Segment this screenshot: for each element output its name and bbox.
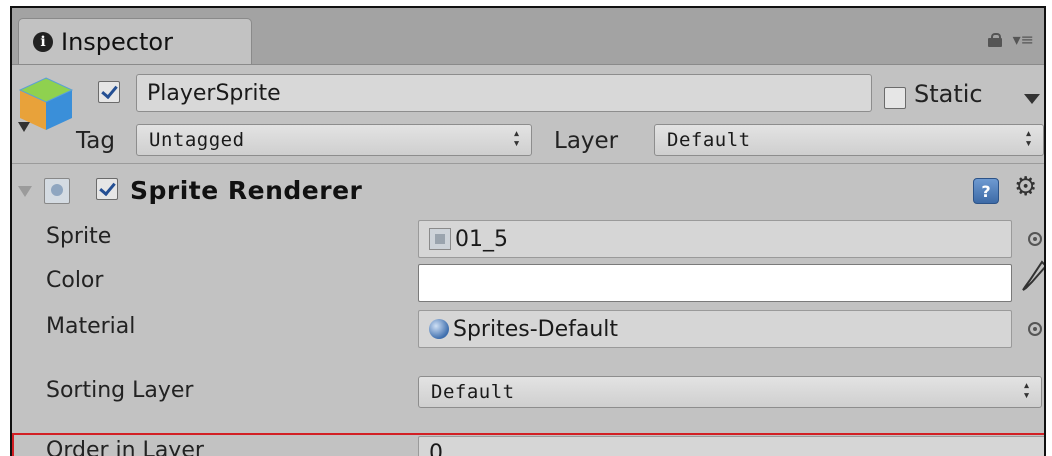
object-picker-icon[interactable] [1028,322,1042,336]
material-icon [429,319,449,339]
dropdown-arrows-icon: ▴ ▾ [1024,126,1033,151]
info-icon: i [33,31,53,52]
sprite-renderer-icon [44,178,70,204]
object-picker-icon[interactable] [1028,232,1042,246]
static-toggle[interactable] [884,87,906,109]
gameobject-header: PlayerSprite Static Tag Untagged ▴ ▾ Laye… [12,64,1044,164]
gear-icon[interactable]: ⚙ [1014,172,1037,202]
sprite-label: Sprite [46,224,112,249]
menu-icon[interactable]: ▾≡ [1013,30,1034,49]
sprite-renderer-component: Sprite Renderer ? ⚙ Sprite 01_5 Color Ma… [12,164,1044,456]
material-value: Sprites-Default [453,316,619,342]
static-label: Static [914,80,983,108]
color-label: Color [46,268,104,293]
eyedropper-icon[interactable] [1020,260,1046,296]
tab-tools: ▾≡ [987,30,1034,49]
order-in-layer-highlight [12,433,1044,456]
color-field[interactable] [418,264,1012,302]
sprite-value: 01_5 [455,226,508,252]
component-title: Sprite Renderer [130,176,363,205]
tab-inspector[interactable]: i Inspector [18,18,252,64]
tab-bar: i Inspector ▾≡ [12,8,1044,65]
gameobject-cube-icon [18,77,74,132]
dropdown-arrows-icon: ▴ ▾ [1022,378,1031,403]
sorting-layer-label: Sorting Layer [46,378,194,403]
help-icon[interactable]: ? [973,178,999,204]
tag-dropdown[interactable]: Untagged ▴ ▾ [136,124,532,156]
active-toggle[interactable] [98,81,120,103]
layer-value: Default [667,129,751,151]
dropdown-arrows-icon: ▴ ▾ [512,126,521,151]
sorting-layer-value: Default [431,381,515,403]
layer-dropdown[interactable]: Default ▴ ▾ [654,124,1044,156]
tag-value: Untagged [149,129,245,151]
sprite-object-icon [429,228,451,250]
component-enabled-toggle[interactable] [96,178,118,200]
tag-label: Tag [76,128,115,154]
material-field[interactable]: Sprites-Default [418,310,1012,348]
sorting-layer-dropdown[interactable]: Default ▴ ▾ [418,376,1042,408]
object-name-field[interactable]: PlayerSprite [136,74,872,112]
static-dropdown-icon[interactable] [1024,94,1040,104]
material-label: Material [46,314,136,339]
inspector-window: i Inspector ▾≡ PlayerSprite Static Tag U… [10,6,1046,456]
layer-label: Layer [554,128,619,154]
lock-icon[interactable] [987,32,1003,47]
tab-inspector-label: Inspector [61,27,173,56]
sprite-field[interactable]: 01_5 [418,220,1012,258]
foldout-arrow-icon[interactable] [18,186,32,197]
